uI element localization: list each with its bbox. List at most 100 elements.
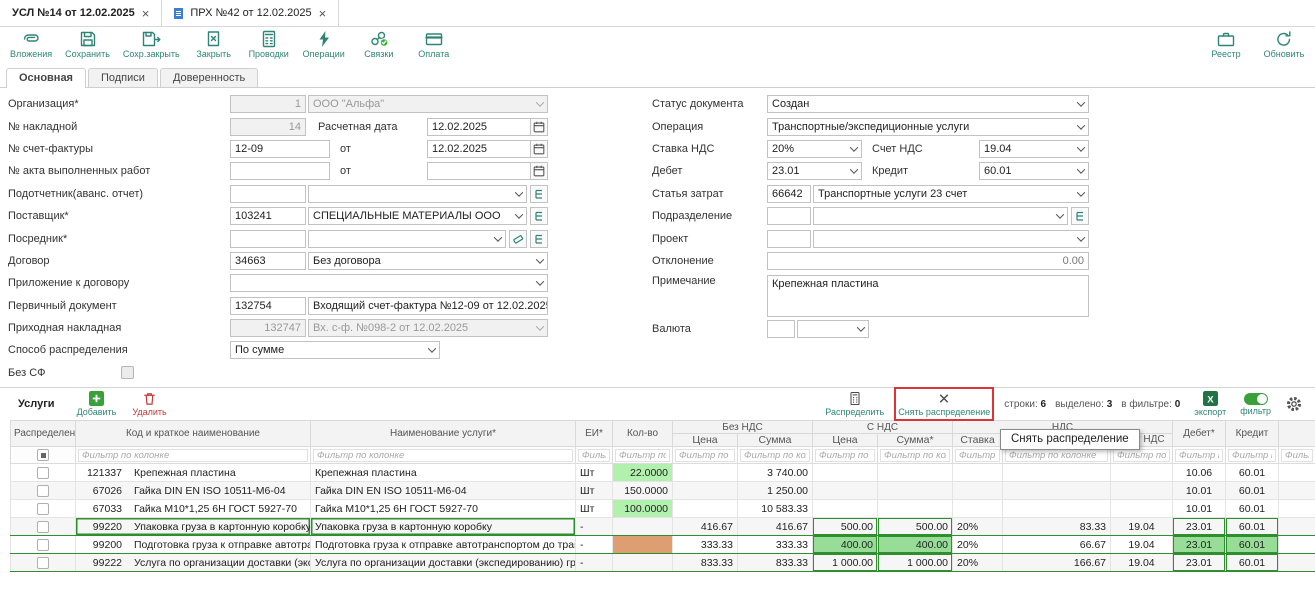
column-header-debit[interactable]: Дебет* — [1173, 421, 1226, 447]
column-filter-input[interactable] — [955, 449, 1000, 462]
vat-account-select[interactable]: 19.04 — [979, 140, 1089, 158]
column-header-distributed[interactable]: Распределено — [11, 421, 76, 447]
column-filter-input[interactable] — [880, 449, 950, 462]
supplier-code-input[interactable]: 103241 — [230, 207, 306, 225]
column-header-price-vat[interactable]: Цена — [813, 434, 878, 447]
supplier-select[interactable]: СПЕЦИАЛЬНЫЕ МАТЕРИАЛЫ ООО — [308, 207, 527, 225]
table-row[interactable]: 67033Гайка М10*1,25 6Н ГОСТ 5927-70Гайка… — [11, 500, 1315, 518]
row-checkbox[interactable] — [37, 557, 49, 569]
postings-button[interactable]: Проводки — [248, 30, 290, 59]
column-filter-input[interactable] — [313, 449, 573, 462]
settlement-date-input[interactable]: 12.02.2025 — [427, 118, 531, 136]
distribute-button[interactable]: Распределить — [825, 391, 884, 417]
column-filter-input[interactable] — [615, 449, 670, 462]
delete-row-button[interactable]: Удалить — [132, 391, 166, 417]
column-filter-input[interactable] — [740, 449, 810, 462]
hierarchy-button[interactable] — [530, 230, 548, 248]
row-checkbox[interactable] — [37, 503, 49, 515]
primary-document-select[interactable]: Входящий счет-фактура №12-09 от 12.02.20… — [308, 297, 548, 315]
save-button[interactable]: Сохранить — [65, 30, 110, 59]
tab-close-icon[interactable]: × — [142, 7, 150, 20]
column-header-rate[interactable]: Ставка — [953, 434, 1003, 447]
project-select[interactable] — [813, 230, 1089, 248]
primary-document-code-input[interactable]: 132754 — [230, 297, 306, 315]
column-filter-input[interactable] — [1005, 449, 1108, 462]
act-number-input[interactable] — [230, 162, 330, 180]
tab-usl-document[interactable]: УСЛ №14 от 12.02.2025 × — [0, 0, 162, 26]
cost-item-code-input[interactable]: 66642 — [767, 185, 811, 203]
tab-close-icon[interactable]: × — [319, 7, 327, 20]
attachments-button[interactable]: Вложения — [10, 30, 52, 59]
calendar-button[interactable] — [530, 162, 548, 180]
payment-button[interactable]: Оплата — [413, 30, 455, 59]
grid-settings-button[interactable] — [1285, 395, 1303, 413]
calendar-button[interactable] — [530, 118, 548, 136]
column-header-service[interactable]: Наименование услуги* — [311, 421, 576, 447]
column-filter-input[interactable] — [1175, 449, 1223, 462]
table-row[interactable]: 121337Крепежная пластинаКрепежная пласти… — [11, 464, 1315, 482]
save-close-button[interactable]: Сохр.закрыть — [123, 30, 180, 59]
column-header-credit[interactable]: Кредит — [1226, 421, 1279, 447]
intermediary-select[interactable] — [308, 230, 506, 248]
column-filter-input[interactable] — [578, 449, 610, 462]
project-code-input[interactable] — [767, 230, 811, 248]
row-checkbox[interactable] — [37, 485, 49, 497]
add-row-button[interactable]: Добавить — [77, 391, 117, 417]
currency-code-input[interactable] — [767, 320, 795, 338]
column-header-price-no-vat[interactable]: Цена — [673, 434, 738, 447]
contract-annex-select[interactable] — [230, 274, 548, 292]
contract-select[interactable]: Без договора — [308, 252, 548, 270]
hierarchy-button[interactable] — [530, 207, 548, 225]
registry-button[interactable]: Реестр — [1205, 30, 1247, 59]
select-all-checkbox[interactable] — [37, 449, 49, 461]
column-filter-input[interactable] — [1228, 449, 1276, 462]
department-select[interactable] — [813, 207, 1068, 225]
column-header-code[interactable]: Код и краткое наименование — [76, 421, 311, 447]
close-button[interactable]: Закрыть — [193, 30, 235, 59]
column-header-qty[interactable]: Кол-во — [613, 421, 673, 447]
act-date-input[interactable] — [427, 162, 531, 180]
table-row[interactable]: 67026Гайка DIN EN ISO 10511-М6-04Гайка D… — [11, 482, 1315, 500]
column-filter-input[interactable] — [815, 449, 875, 462]
column-filter-input[interactable] — [1281, 449, 1313, 462]
row-checkbox[interactable] — [37, 539, 49, 551]
column-header-sum-no-vat[interactable]: Сумма — [738, 434, 813, 447]
contract-code-input[interactable]: 34663 — [230, 252, 306, 270]
hierarchy-button[interactable] — [1071, 207, 1089, 225]
hierarchy-button[interactable] — [530, 185, 548, 203]
table-row[interactable]: 99200Подготовка груза к отправке автотра… — [11, 536, 1315, 554]
cost-item-select[interactable]: Транспортные услуги 23 счет — [813, 185, 1089, 203]
organization-select[interactable]: ООО "Альфа" — [308, 95, 548, 113]
department-code-input[interactable] — [767, 207, 811, 225]
row-checkbox[interactable] — [37, 521, 49, 533]
invoice-date-input[interactable]: 12.02.2025 — [427, 140, 531, 158]
accountable-select[interactable] — [308, 185, 527, 203]
vat-rate-select[interactable]: 20% — [767, 140, 862, 158]
clear-button[interactable] — [509, 230, 527, 248]
column-header-sum-vat[interactable]: Сумма* — [878, 434, 953, 447]
credit-select[interactable]: 60.01 — [979, 162, 1089, 180]
intermediary-code-input[interactable] — [230, 230, 306, 248]
tab-attorney[interactable]: Доверенность — [160, 68, 258, 87]
links-button[interactable]: Связки — [358, 30, 400, 59]
column-filter-input[interactable] — [78, 449, 308, 462]
operation-select[interactable]: Транспортные/экспедиционные услуги — [767, 118, 1089, 136]
filter-toggle-button[interactable]: фильтр — [1240, 393, 1271, 416]
refresh-button[interactable]: Обновить — [1263, 30, 1305, 59]
organization-code-input[interactable]: 1 — [230, 95, 306, 113]
tab-main[interactable]: Основная — [6, 68, 86, 88]
accountable-code-input[interactable] — [230, 185, 306, 203]
calendar-button[interactable] — [530, 140, 548, 158]
tab-prh-document[interactable]: ПРХ №42 от 12.02.2025 × — [162, 0, 339, 26]
document-status-select[interactable]: Создан — [767, 95, 1089, 113]
distribution-method-select[interactable]: По сумме — [230, 341, 440, 359]
export-button[interactable]: X экспорт — [1194, 391, 1226, 417]
currency-select[interactable] — [797, 320, 869, 338]
table-row[interactable]: 99222Услуга по организации доставки (экс… — [11, 554, 1315, 572]
column-header-unit[interactable]: ЕИ* — [576, 421, 613, 447]
debit-select[interactable]: 23.01 — [767, 162, 862, 180]
undistribute-button[interactable]: Снять распределение — [898, 391, 990, 417]
table-row[interactable]: 99220Упаковка груза в картонную коробкуУ… — [11, 518, 1315, 536]
column-filter-input[interactable] — [1113, 449, 1170, 462]
no-invoice-checkbox[interactable] — [121, 366, 134, 379]
